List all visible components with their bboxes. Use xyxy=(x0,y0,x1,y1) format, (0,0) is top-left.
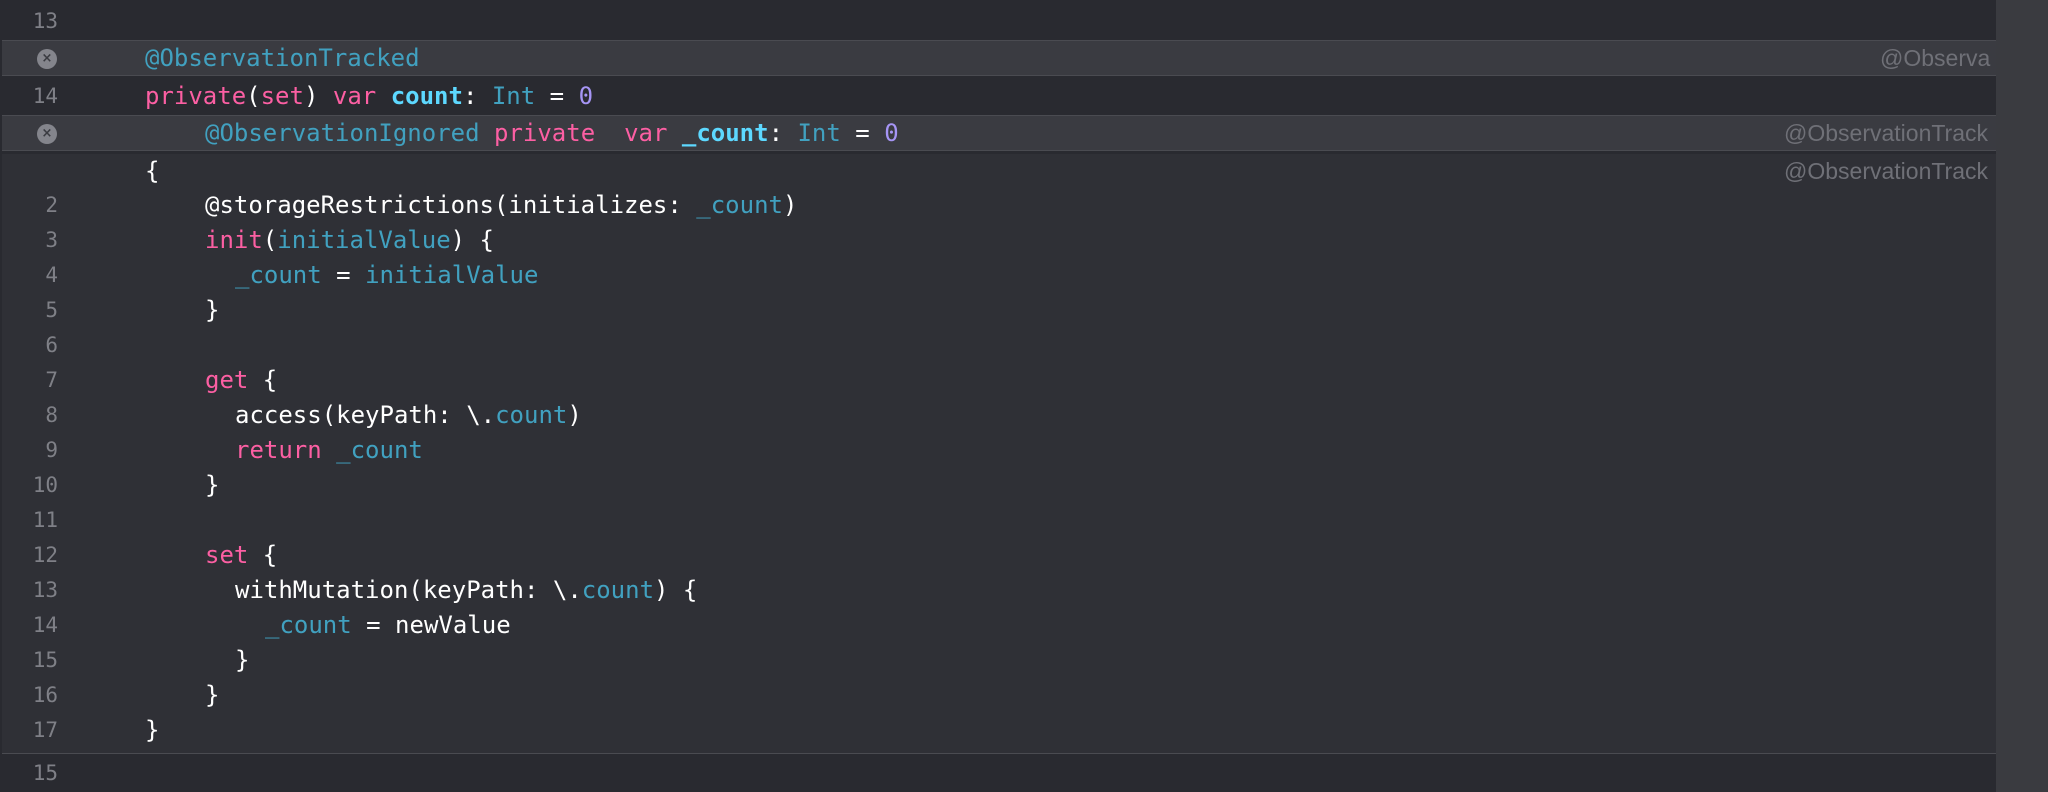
line-number: 13 xyxy=(32,578,58,602)
code-line[interactable]: 3 init(initialValue) { xyxy=(0,223,1996,258)
macro-hint: @Observa xyxy=(1880,45,1991,71)
code-editor[interactable]: 13 × @ObservationTracked @Observa 14 pri… xyxy=(0,0,1996,792)
code-text: } xyxy=(145,716,160,744)
line-number: 10 xyxy=(32,473,58,497)
line-number: 4 xyxy=(45,263,58,287)
code-text: private(set) var count: Int = 0 xyxy=(145,82,594,110)
code-text: access(keyPath: \.count) xyxy=(235,401,582,429)
macro-hint: @ObservationTrack xyxy=(1784,158,1989,184)
code-text: return _count xyxy=(235,436,423,464)
line-number: 3 xyxy=(45,228,58,252)
code-text: @ObservationIgnored private var _count: … xyxy=(205,119,899,147)
line-number: 6 xyxy=(45,333,58,357)
macro-expansion-banner[interactable]: × @ObservationIgnored private var _count… xyxy=(2,115,1996,151)
line-number: 14 xyxy=(32,84,58,108)
code-line[interactable]: 17 } xyxy=(0,713,1996,748)
code-line[interactable]: 7 get { xyxy=(0,363,1996,398)
macro-expansion-banner[interactable]: × @ObservationTracked @Observa xyxy=(2,40,1996,76)
code-line[interactable]: 14 _count = newValue xyxy=(0,608,1996,643)
code-line[interactable]: 6 xyxy=(0,328,1996,363)
code-line[interactable]: 10 } xyxy=(0,468,1996,503)
line-number: 17 xyxy=(32,718,58,742)
code-line[interactable]: 12 set { xyxy=(0,538,1996,573)
code-text: } xyxy=(235,646,250,674)
code-line[interactable]: 15 } xyxy=(0,643,1996,678)
macro-hint: @ObservationTrack xyxy=(1784,120,1989,146)
line-number: 14 xyxy=(32,613,58,637)
code-text: set { xyxy=(205,541,278,569)
code-text: } xyxy=(205,681,220,709)
code-line[interactable]: 5 } xyxy=(0,293,1996,328)
line-number: 15 xyxy=(32,761,58,785)
vertical-scrollbar[interactable] xyxy=(1996,0,2048,792)
code-text: get { xyxy=(205,366,278,394)
macro-attribute: @ObservationTracked xyxy=(145,44,420,72)
code-line[interactable]: 13 xyxy=(0,4,1996,39)
close-icon[interactable]: × xyxy=(37,49,57,69)
code-text: init(initialValue) { xyxy=(205,226,494,254)
line-number: 16 xyxy=(32,683,58,707)
code-line[interactable]: 4 _count = initialValue xyxy=(0,258,1996,293)
code-text: _count = newValue xyxy=(265,611,511,639)
code-line[interactable]: 9 return _count xyxy=(0,433,1996,468)
close-icon[interactable]: × xyxy=(37,124,57,144)
code-text: _count = initialValue xyxy=(235,261,539,289)
line-number: 7 xyxy=(45,368,58,392)
code-text: withMutation(keyPath: \.count) { xyxy=(235,576,698,604)
code-text: @storageRestrictions(initializes: _count… xyxy=(205,191,798,219)
line-number: 15 xyxy=(32,648,58,672)
line-number: 2 xyxy=(45,193,58,217)
code-line[interactable]: 16 } xyxy=(0,678,1996,713)
line-number: 11 xyxy=(32,508,58,532)
code-line[interactable]: 15 xyxy=(0,756,1996,791)
code-line[interactable]: 2 @storageRestrictions(initializes: _cou… xyxy=(0,188,1996,223)
code-text: } xyxy=(205,471,220,499)
code-line[interactable]: 14 private(set) var count: Int = 0 xyxy=(0,79,1996,114)
code-line[interactable]: 8 access(keyPath: \.count) xyxy=(0,398,1996,433)
line-number: 12 xyxy=(32,543,58,567)
line-number: 5 xyxy=(45,298,58,322)
line-number: 8 xyxy=(45,403,58,427)
open-brace: { xyxy=(145,157,160,185)
code-line[interactable]: 13 withMutation(keyPath: \.count) { xyxy=(0,573,1996,608)
code-text: } xyxy=(205,296,220,324)
macro-expansion-view[interactable]: { @ObservationTrack 2 @storageRestrictio… xyxy=(2,154,1996,754)
line-number: 9 xyxy=(45,438,58,462)
code-line[interactable]: 11 xyxy=(0,503,1996,538)
line-number: 13 xyxy=(32,9,58,33)
